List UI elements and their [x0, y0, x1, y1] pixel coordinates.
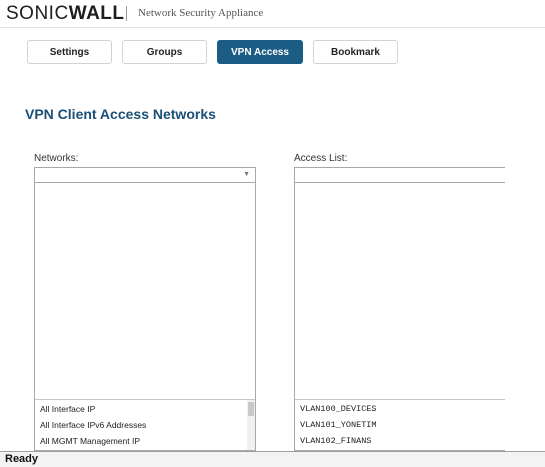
logo-sonic-text: SONIC — [6, 3, 69, 24]
list-item[interactable]: VLAN101_YONETIM — [295, 417, 505, 433]
sonicwall-logo: SONICWALL — [6, 3, 125, 25]
networks-filter-select[interactable]: ▼ — [34, 167, 256, 183]
app-title: Network Security Appliance — [138, 7, 264, 19]
access-listbox[interactable]: VLAN100_DEVICES VLAN101_YONETIM VLAN102_… — [294, 183, 505, 451]
list-item[interactable]: All Interface IP — [35, 401, 255, 417]
networks-scrollbar-thumb[interactable] — [248, 402, 254, 416]
page-title: VPN Client Access Networks — [25, 106, 216, 122]
list-item[interactable]: VLAN102_FINANS — [295, 433, 505, 449]
tab-settings[interactable]: Settings — [27, 40, 112, 64]
tab-groups[interactable]: Groups — [122, 40, 207, 64]
list-item[interactable]: All MGMT Management IP — [35, 433, 255, 449]
list-item[interactable]: All Interface IPv6 Addresses — [35, 417, 255, 433]
list-divider — [35, 399, 255, 400]
networks-listbox[interactable]: All Interface IP All Interface IPv6 Addr… — [34, 183, 256, 451]
tab-bookmark[interactable]: Bookmark — [313, 40, 398, 64]
header-divider — [0, 27, 545, 28]
chevron-down-icon[interactable]: ▼ — [243, 171, 250, 178]
tab-vpn-access[interactable]: VPN Access — [217, 40, 303, 64]
header-separator — [126, 6, 127, 21]
list-divider — [295, 399, 505, 400]
networks-label: Networks: — [34, 153, 79, 164]
app-header: SONICWALL Network Security Appliance — [0, 0, 545, 28]
status-bar: Ready — [0, 451, 545, 467]
list-item[interactable]: VLAN100_DEVICES — [295, 401, 505, 417]
logo-wall-text: WALL — [68, 3, 125, 24]
access-list-label: Access List: — [294, 153, 348, 164]
access-list-filter-select[interactable] — [294, 167, 505, 183]
status-text: Ready — [5, 453, 39, 465]
